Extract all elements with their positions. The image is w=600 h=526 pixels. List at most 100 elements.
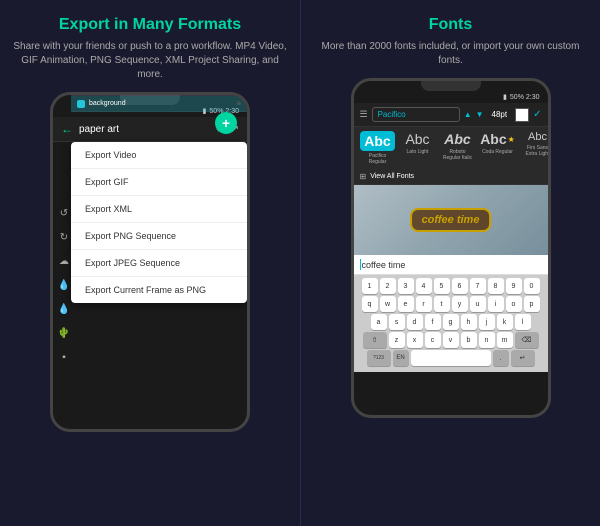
fonts-preview: Abc PacificoRegular Abc Lato Light Abc R… [354, 127, 548, 169]
kb-p[interactable]: p [524, 296, 540, 312]
kb-v[interactable]: v [443, 332, 459, 348]
phone-notch-right [421, 81, 481, 91]
left-title: Export in Many Formats [10, 16, 290, 34]
export-menu: Export Video Export GIF Export XML Expor… [71, 142, 247, 303]
right-title: Fonts [311, 16, 590, 34]
font-card-label-4: Firs SansExtra Light [526, 145, 548, 157]
status-text-right: 50% 2:30 [510, 94, 540, 101]
kb-l[interactable]: l [515, 314, 531, 330]
kb-w[interactable]: w [380, 296, 396, 312]
kb-space[interactable] [411, 350, 491, 366]
export-jpeg-seq[interactable]: Export JPEG Sequence [71, 250, 247, 277]
undo-button[interactable]: ↺ [56, 208, 72, 224]
kb-u[interactable]: u [470, 296, 486, 312]
kb-row-bottom: ?123 EN . ↵ [356, 350, 546, 366]
kb-o[interactable]: o [506, 296, 522, 312]
kb-key-8[interactable]: 8 [488, 278, 504, 294]
kb-k[interactable]: k [497, 314, 513, 330]
kb-shift[interactable]: ⇧ [363, 332, 387, 348]
kb-lang[interactable]: EN [393, 350, 409, 366]
canvas-preview: coffee time [354, 185, 548, 255]
font-card-3[interactable]: Abc ★ Coda Regular [480, 131, 516, 165]
kb-a[interactable]: a [371, 314, 387, 330]
font-card-label-1: Lato Light [407, 149, 429, 155]
export-xml[interactable]: Export XML [71, 196, 247, 223]
kb-s[interactable]: s [389, 314, 405, 330]
font-card-label-3: Coda Regular [482, 149, 513, 155]
right-panel: Fonts More than 2000 fonts included, or … [300, 0, 600, 526]
kb-row-a: a s d f g h j k l [356, 314, 546, 330]
font-size-display[interactable]: 48pt [488, 108, 512, 121]
font-card-label-0: PacificoRegular [369, 153, 387, 165]
text-input-row[interactable]: coffee time [354, 255, 548, 275]
right-phone: ▮ 50% 2:30 ☰ Pacifico ▲ ▼ 48pt ✓ Abc Pac… [351, 78, 551, 418]
view-all-fonts-row[interactable]: ⊞ View All Fonts [354, 169, 548, 185]
battery-icon-right: ▮ [503, 93, 507, 101]
check-icon[interactable]: ✓ [533, 109, 541, 120]
kb-t[interactable]: t [434, 296, 450, 312]
kb-key-2[interactable]: 2 [380, 278, 396, 294]
kb-z[interactable]: z [389, 332, 405, 348]
chevron-down-icon[interactable]: ▼ [476, 110, 484, 119]
left-panel: Export in Many Formats Share with your f… [0, 0, 300, 526]
drop-icon: 💧 [56, 280, 72, 296]
fonts-toolbar: ☰ Pacifico ▲ ▼ 48pt ✓ [354, 103, 548, 127]
kb-key-7[interactable]: 7 [470, 278, 486, 294]
font-color-picker[interactable] [515, 108, 529, 122]
kb-h[interactable]: h [461, 314, 477, 330]
kb-enter[interactable]: ↵ [511, 350, 535, 366]
kb-m[interactable]: m [497, 332, 513, 348]
kb-row-q: q w e r t y u i o p [356, 296, 546, 312]
font-preview-2: Abc [444, 131, 470, 147]
kb-g[interactable]: g [443, 314, 459, 330]
kb-b[interactable]: b [461, 332, 477, 348]
project-title: paper art [79, 124, 210, 135]
kb-backspace[interactable]: ⌫ [515, 332, 539, 348]
export-gif[interactable]: Export GIF [71, 169, 247, 196]
font-card-1[interactable]: Abc Lato Light [400, 131, 436, 165]
status-bar-right: ▮ 50% 2:30 [354, 91, 548, 103]
font-card-4[interactable]: Abc Firs SansExtra Light [520, 131, 548, 165]
star-icon: ★ [508, 135, 515, 144]
font-card-0[interactable]: Abc PacificoRegular [360, 131, 396, 165]
back-icon[interactable]: ← [61, 122, 73, 136]
kb-n[interactable]: n [479, 332, 495, 348]
font-card-label-2: RobotoRegular Italic [443, 149, 472, 161]
kb-x[interactable]: x [407, 332, 423, 348]
kb-j[interactable]: j [479, 314, 495, 330]
chevron-up-icon[interactable]: ▲ [464, 110, 472, 119]
font-preview-4: Abc [528, 131, 547, 143]
add-layer-button[interactable]: + [215, 112, 237, 134]
kb-key-1[interactable]: 1 [362, 278, 378, 294]
square-icon: ▪ [56, 352, 72, 368]
kb-symbols[interactable]: ?123 [367, 350, 391, 366]
kb-y[interactable]: y [452, 296, 468, 312]
kb-key-5[interactable]: 5 [434, 278, 450, 294]
left-phone: ▮ 50% 2:30 ← paper art ⚙ ↗ ↺ ↻ ☁ 💧 💧 🌵 ▪… [50, 92, 250, 432]
export-video[interactable]: Export Video [71, 142, 247, 169]
keyboard: 1 2 3 4 5 6 7 8 9 0 q w e r t y u i o [354, 275, 548, 372]
kb-key-3[interactable]: 3 [398, 278, 414, 294]
redo-button[interactable]: ↻ [56, 232, 72, 248]
kb-key-6[interactable]: 6 [452, 278, 468, 294]
kb-q[interactable]: q [362, 296, 378, 312]
export-current-frame[interactable]: Export Current Frame as PNG [71, 277, 247, 303]
kb-c[interactable]: c [425, 332, 441, 348]
text-input-value: coffee time [362, 260, 406, 270]
kb-r[interactable]: r [416, 296, 432, 312]
layers-section: cloud2≡ cloud1≡ rainwater3≡ rainwater2≡ … [71, 92, 247, 112]
kb-period[interactable]: . [493, 350, 509, 366]
menu-icon[interactable]: ☰ [360, 109, 368, 120]
kb-f[interactable]: f [425, 314, 441, 330]
export-png-seq[interactable]: Export PNG Sequence [71, 223, 247, 250]
font-preview-selected: Abc [360, 131, 394, 151]
kb-d[interactable]: d [407, 314, 423, 330]
font-card-2[interactable]: Abc RobotoRegular Italic [440, 131, 476, 165]
kb-i[interactable]: i [488, 296, 504, 312]
kb-key-0[interactable]: 0 [524, 278, 540, 294]
kb-key-4[interactable]: 4 [416, 278, 432, 294]
layer-row[interactable]: background≡ [71, 96, 247, 112]
font-name-display[interactable]: Pacifico [372, 107, 460, 122]
kb-key-9[interactable]: 9 [506, 278, 522, 294]
kb-e[interactable]: e [398, 296, 414, 312]
